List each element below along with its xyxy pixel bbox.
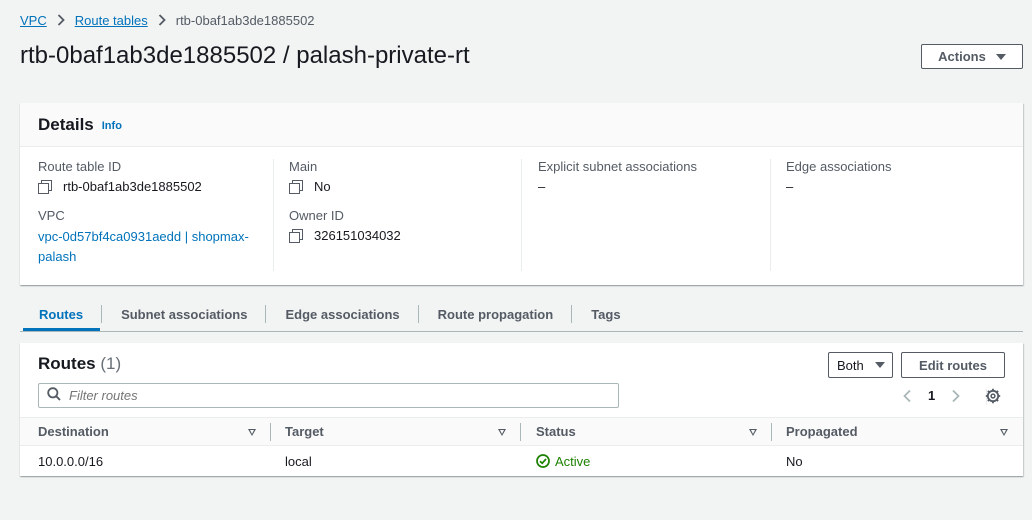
check-circle-icon [536,454,550,468]
column-header-status[interactable]: Status [536,418,576,445]
column-header-destination[interactable]: Destination [38,418,109,445]
page-number[interactable]: 1 [928,388,935,403]
main-label: Main [289,159,318,174]
cell-target: local [285,453,312,469]
chevron-left-icon[interactable] [902,389,912,406]
column-divider [771,423,772,441]
vpc-link[interactable]: vpc-0d57bf4ca0931aedd | shopmax- palash [38,227,274,267]
vpc-link-line-1[interactable]: vpc-0d57bf4ca0931aedd | shopmax- [38,227,274,247]
owner-id-label: Owner ID [289,208,344,223]
vpc-link-line-2[interactable]: palash [38,247,274,267]
details-column-1: Route table ID rtb-0baf1ab3de1885502 VPC… [38,159,274,271]
main-value-text: No [314,179,331,194]
copy-icon[interactable] [289,180,303,194]
breadcrumb: VPC Route tables rtb-0baf1ab3de1885502 [20,11,315,29]
details-header: Details Info [20,103,1023,147]
details-column-2: Main No Owner ID 326151034032 [273,159,522,271]
routes-table-header: Destination Target Status Propagated [20,417,1023,446]
routes-panel: Routes (1) Both Edit routes 1 Destinatio… [20,343,1023,476]
column-divider [520,423,521,441]
tab-bar: Routes Subnet associations Edge associat… [20,298,1023,332]
routes-heading-text: Routes [38,354,96,373]
sort-icon[interactable] [498,429,506,436]
details-heading: Details [38,114,94,134]
copy-icon[interactable] [289,229,303,243]
propagation-filter-select[interactable]: Both [828,352,893,378]
info-link[interactable]: Info [102,120,122,132]
route-table-id-text: rtb-0baf1ab3de1885502 [63,179,202,194]
sort-icon[interactable] [1000,429,1008,436]
cell-propagated: No [786,453,803,469]
tab-route-propagation[interactable]: Route propagation [419,298,573,330]
owner-id-value: 326151034032 [289,228,522,243]
edge-associations-value: – [786,179,794,194]
copy-icon[interactable] [38,180,52,194]
tab-subnet-associations[interactable]: Subnet associations [102,298,267,330]
routes-count: (1) [100,354,122,373]
explicit-subnet-associations-label: Explicit subnet associations [538,159,697,174]
settings-gear-icon[interactable] [985,388,1001,407]
cell-status: Active [536,446,590,476]
details-column-3: Explicit subnet associations – [521,159,771,271]
caret-down-icon [874,362,885,368]
column-header-propagated[interactable]: Propagated [786,418,858,445]
tab-tags[interactable]: Tags [572,298,639,330]
vpc-label: VPC [38,208,65,223]
routes-heading: Routes (1) [38,354,121,374]
breadcrumb-current: rtb-0baf1ab3de1885502 [175,12,315,28]
cell-destination: 10.0.0.0/16 [38,453,104,469]
tab-edge-associations[interactable]: Edge associations [266,298,419,330]
tab-routes[interactable]: Routes [20,298,103,331]
route-table-id-label: Route table ID [38,159,122,174]
main-value: No [289,179,522,194]
details-panel: Details Info Route table ID rtb-0baf1ab3… [20,103,1023,285]
breadcrumb-vpc-link[interactable]: VPC [20,13,47,28]
edit-routes-button[interactable]: Edit routes [901,352,1005,378]
column-divider [270,423,271,441]
explicit-subnet-associations-value: – [538,179,546,194]
column-header-target[interactable]: Target [285,418,324,445]
status-text: Active [555,453,591,469]
filter-routes-input[interactable] [69,388,589,403]
owner-id-text: 326151034032 [314,228,401,243]
edge-associations-label: Edge associations [786,159,892,174]
actions-label: Actions [938,49,986,64]
chevron-right-icon[interactable] [951,389,961,406]
page-title: rtb-0baf1ab3de1885502 / palash-private-r… [20,42,470,69]
chevron-right-icon [158,14,166,26]
search-icon [47,387,61,404]
caret-down-icon [995,53,1006,60]
route-table-id-value: rtb-0baf1ab3de1885502 [38,179,274,194]
details-column-4: Edge associations – [770,159,1010,271]
sort-icon[interactable] [749,429,757,436]
chevron-right-icon [57,14,65,26]
sort-icon[interactable] [248,429,256,436]
actions-button[interactable]: Actions [921,44,1023,69]
breadcrumb-route-tables-link[interactable]: Route tables [75,13,148,28]
propagation-filter-value: Both [837,357,864,373]
filter-routes-field[interactable] [38,383,619,408]
